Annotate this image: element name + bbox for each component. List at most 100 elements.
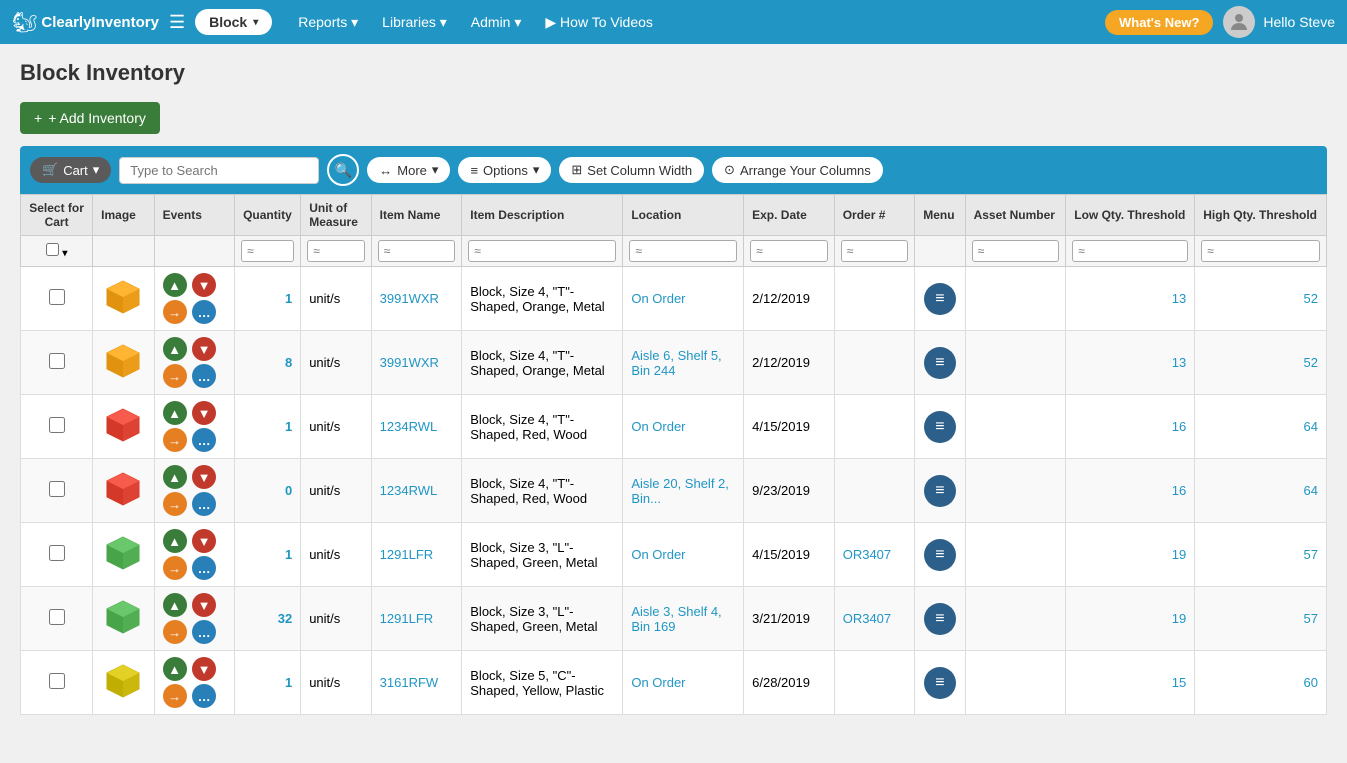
remove-stock-button-1[interactable]: ▼ — [192, 337, 216, 361]
more-actions-button-5[interactable]: … — [192, 620, 216, 644]
item-name-cell-2[interactable]: 1234RWL — [371, 395, 462, 459]
item-name-cell-5[interactable]: 1291LFR — [371, 587, 462, 651]
more-button[interactable]: ↔ More ▾ — [367, 157, 450, 183]
item-name-cell-6[interactable]: 3161RFW — [371, 651, 462, 715]
more-actions-button-2[interactable]: … — [192, 428, 216, 452]
row-menu-button-3[interactable]: ≡ — [924, 475, 956, 507]
transfer-button-1[interactable]: → — [163, 364, 187, 388]
transfer-button-0[interactable]: → — [163, 300, 187, 324]
more-actions-button-1[interactable]: … — [192, 364, 216, 388]
qty-cell-1: 8 — [235, 331, 301, 395]
row-checkbox-2[interactable] — [49, 417, 65, 433]
logo: 🐿 ClearlyInventory — [12, 10, 159, 35]
row-checkbox-5[interactable] — [49, 609, 65, 625]
order-cell-1 — [834, 331, 915, 395]
add-stock-button-6[interactable]: ▲ — [163, 657, 187, 681]
low-qty-filter-input[interactable] — [1072, 240, 1188, 262]
location-cell-3: Aisle 20, Shelf 2, Bin... — [623, 459, 744, 523]
user-greeting: Hello Steve — [1263, 14, 1335, 30]
select-all-caret-icon[interactable]: ▾ — [62, 248, 67, 259]
row-checkbox-4[interactable] — [49, 545, 65, 561]
select-all-checkbox[interactable] — [46, 243, 59, 256]
qty-filter-input[interactable] — [241, 240, 294, 262]
transfer-button-4[interactable]: → — [163, 556, 187, 580]
table-body: ▲ ▼ → … 1 unit/s 3991WXR Block, Size 4, … — [21, 267, 1327, 715]
item-name-header: Item Name — [371, 195, 462, 236]
select-all-cell: ▾ — [21, 236, 93, 267]
more-actions-button-3[interactable]: … — [192, 492, 216, 516]
more-actions-button-0[interactable]: … — [192, 300, 216, 324]
cart-button[interactable]: 🛒 🛒 Cart ▾ Cart ▾ — [30, 157, 111, 183]
item-name-filter-input[interactable] — [378, 240, 456, 262]
add-stock-button-1[interactable]: ▲ — [163, 337, 187, 361]
select-for-cart-header: Select forCart — [21, 195, 93, 236]
asset-cell-3 — [965, 459, 1066, 523]
item-name-cell-3[interactable]: 1234RWL — [371, 459, 462, 523]
item-name-cell-1[interactable]: 3991WXR — [371, 331, 462, 395]
row-menu-button-1[interactable]: ≡ — [924, 347, 956, 379]
how-to-nav-link[interactable]: ▶ How To Videos — [535, 8, 663, 37]
qty-cell-2: 1 — [235, 395, 301, 459]
arrange-columns-button[interactable]: ⊙ Arrange Your Columns — [712, 157, 883, 183]
events-cell-2: ▲ ▼ → … — [154, 395, 235, 459]
page-title: Block Inventory — [20, 60, 1327, 86]
row-menu-button-6[interactable]: ≡ — [924, 667, 956, 699]
exp-date-filter-input[interactable] — [750, 240, 828, 262]
transfer-button-5[interactable]: → — [163, 620, 187, 644]
item-desc-filter-input[interactable] — [468, 240, 616, 262]
set-column-width-button[interactable]: ⊞ Set Column Width — [559, 157, 704, 183]
row-checkbox-0[interactable] — [49, 289, 65, 305]
table-row: ▲ ▼ → … 32 unit/s 1291LFR Block, Size 3,… — [21, 587, 1327, 651]
search-input[interactable] — [119, 157, 319, 184]
add-stock-button-2[interactable]: ▲ — [163, 401, 187, 425]
more-actions-button-6[interactable]: … — [192, 684, 216, 708]
add-inventory-button[interactable]: + + Add Inventory — [20, 102, 160, 134]
row-checkbox-1[interactable] — [49, 353, 65, 369]
row-menu-button-0[interactable]: ≡ — [924, 283, 956, 315]
location-cell-0[interactable]: On Order — [623, 267, 744, 331]
search-button[interactable]: 🔍 — [327, 154, 359, 186]
item-name-cell-4[interactable]: 1291LFR — [371, 523, 462, 587]
more-actions-button-4[interactable]: … — [192, 556, 216, 580]
table-row: ▲ ▼ → … 1 unit/s 1291LFR Block, Size 3, … — [21, 523, 1327, 587]
remove-stock-button-6[interactable]: ▼ — [192, 657, 216, 681]
select-cell-5 — [21, 587, 93, 651]
location-filter-cell — [623, 236, 744, 267]
remove-stock-button-3[interactable]: ▼ — [192, 465, 216, 489]
remove-stock-button-4[interactable]: ▼ — [192, 529, 216, 553]
libraries-nav-link[interactable]: Libraries ▾ — [372, 8, 457, 37]
row-menu-button-4[interactable]: ≡ — [924, 539, 956, 571]
location-filter-input[interactable] — [629, 240, 737, 262]
whats-new-button[interactable]: What's New? — [1105, 10, 1213, 35]
reports-nav-link[interactable]: Reports ▾ — [288, 8, 368, 37]
order-filter-input[interactable] — [841, 240, 909, 262]
block-selector-button[interactable]: Block ▾ — [195, 9, 272, 35]
order-cell-0 — [834, 267, 915, 331]
hamburger-icon[interactable]: ☰ — [169, 12, 185, 33]
row-menu-button-2[interactable]: ≡ — [924, 411, 956, 443]
add-stock-button-5[interactable]: ▲ — [163, 593, 187, 617]
admin-nav-link[interactable]: Admin ▾ — [461, 8, 532, 37]
location-cell-6[interactable]: On Order — [623, 651, 744, 715]
remove-stock-button-5[interactable]: ▼ — [192, 593, 216, 617]
add-stock-button-3[interactable]: ▲ — [163, 465, 187, 489]
row-menu-button-5[interactable]: ≡ — [924, 603, 956, 635]
add-stock-button-4[interactable]: ▲ — [163, 529, 187, 553]
options-button[interactable]: ≡ Options ▾ — [458, 157, 551, 183]
location-cell-2[interactable]: On Order — [623, 395, 744, 459]
remove-stock-button-0[interactable]: ▼ — [192, 273, 216, 297]
row-checkbox-6[interactable] — [49, 673, 65, 689]
high-qty-filter-input[interactable] — [1201, 240, 1320, 262]
transfer-button-6[interactable]: → — [163, 684, 187, 708]
item-name-cell-0[interactable]: 3991WXR — [371, 267, 462, 331]
add-stock-button-0[interactable]: ▲ — [163, 273, 187, 297]
transfer-button-3[interactable]: → — [163, 492, 187, 516]
transfer-button-2[interactable]: → — [163, 428, 187, 452]
uom-filter-input[interactable] — [307, 240, 364, 262]
row-checkbox-3[interactable] — [49, 481, 65, 497]
remove-stock-button-2[interactable]: ▼ — [192, 401, 216, 425]
uom-header: Unit ofMeasure — [301, 195, 371, 236]
location-cell-4[interactable]: On Order — [623, 523, 744, 587]
asset-filter-input[interactable] — [972, 240, 1060, 262]
events-cell-5: ▲ ▼ → … — [154, 587, 235, 651]
